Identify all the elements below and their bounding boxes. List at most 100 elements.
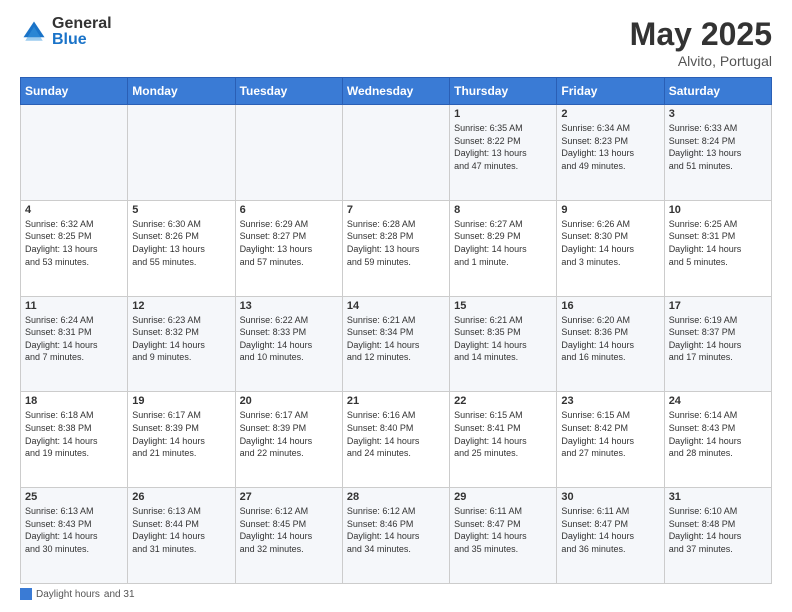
day-number: 24 [669,395,767,407]
day-info: Sunrise: 6:20 AM Sunset: 8:36 PM Dayligh… [561,314,659,364]
day-number: 10 [669,204,767,216]
day-cell [128,105,235,201]
day-number: 8 [454,204,552,216]
day-number: 28 [347,491,445,503]
day-cell: 30 Sunrise: 6:11 AM Sunset: 8:47 PM Dayli… [557,488,664,584]
day-number: 15 [454,300,552,312]
day-cell: 1Sunrise: 6:35 AM Sunset: 8:22 PM Daylig… [450,105,557,201]
day-cell: 28 Sunrise: 6:12 AM Sunset: 8:46 PM Dayli… [342,488,449,584]
day-number: 1 [454,108,552,120]
weekday-header-wednesday: Wednesday [342,78,449,105]
day-info: Sunrise: 6:25 AM Sunset: 8:31 PM Dayligh… [669,218,767,268]
day-info: Sunrise: 6:10 AM Sunset: 8:48 PM Dayligh… [669,505,767,555]
day-cell: 15 Sunrise: 6:21 AM Sunset: 8:35 PM Dayli… [450,296,557,392]
day-cell: 27Sunrise: 6:12 AM Sunset: 8:45 PM Dayli… [235,488,342,584]
day-cell: 7Sunrise: 6:28 AM Sunset: 8:28 PM Daylig… [342,200,449,296]
day-info: Sunrise: 6:33 AM Sunset: 8:24 PM Dayligh… [669,122,767,172]
day-number: 14 [347,300,445,312]
page: General Blue May 2025 Alvito, Portugal S… [0,0,792,612]
day-number: 9 [561,204,659,216]
day-info: Sunrise: 6:11 AM Sunset: 8:47 PM Dayligh… [561,505,659,555]
weekday-header-thursday: Thursday [450,78,557,105]
day-info: Sunrise: 6:16 AM Sunset: 8:40 PM Dayligh… [347,409,445,459]
day-info: Sunrise: 6:13 AM Sunset: 8:44 PM Dayligh… [132,505,230,555]
day-info: Sunrise: 6:13 AM Sunset: 8:43 PM Dayligh… [25,505,123,555]
day-number: 11 [25,300,123,312]
day-cell [21,105,128,201]
day-cell: 3 Sunrise: 6:33 AM Sunset: 8:24 PM Daylig… [664,105,771,201]
day-info: Sunrise: 6:17 AM Sunset: 8:39 PM Dayligh… [240,409,338,459]
day-info: Sunrise: 6:29 AM Sunset: 8:27 PM Dayligh… [240,218,338,268]
week-row-1: 1Sunrise: 6:35 AM Sunset: 8:22 PM Daylig… [21,105,772,201]
calendar-body: 1Sunrise: 6:35 AM Sunset: 8:22 PM Daylig… [21,105,772,584]
day-number: 20 [240,395,338,407]
week-row-4: 18Sunrise: 6:18 AM Sunset: 8:38 PM Dayli… [21,392,772,488]
title-block: May 2025 Alvito, Portugal [630,16,772,69]
logo-general-label: General [52,16,112,32]
weekday-header-tuesday: Tuesday [235,78,342,105]
weekday-header-sunday: Sunday [21,78,128,105]
day-cell: 31 Sunrise: 6:10 AM Sunset: 8:48 PM Dayli… [664,488,771,584]
logo-blue-label: Blue [52,32,112,48]
day-number: 3 [669,108,767,120]
day-cell: 29 Sunrise: 6:11 AM Sunset: 8:47 PM Dayli… [450,488,557,584]
footer-label2: and 31 [104,589,135,600]
footer: Daylight hours and 31 [20,588,772,600]
day-cell: 19 Sunrise: 6:17 AM Sunset: 8:39 PM Dayli… [128,392,235,488]
day-cell: 25Sunrise: 6:13 AM Sunset: 8:43 PM Dayli… [21,488,128,584]
day-cell: 20 Sunrise: 6:17 AM Sunset: 8:39 PM Dayli… [235,392,342,488]
day-number: 30 [561,491,659,503]
day-info: Sunrise: 6:15 AM Sunset: 8:41 PM Dayligh… [454,409,552,459]
day-number: 27 [240,491,338,503]
day-cell: 26 Sunrise: 6:13 AM Sunset: 8:44 PM Dayli… [128,488,235,584]
day-cell [235,105,342,201]
day-cell: 10 Sunrise: 6:25 AM Sunset: 8:31 PM Dayli… [664,200,771,296]
day-info: Sunrise: 6:15 AM Sunset: 8:42 PM Dayligh… [561,409,659,459]
week-row-5: 25Sunrise: 6:13 AM Sunset: 8:43 PM Dayli… [21,488,772,584]
weekday-row: SundayMondayTuesdayWednesdayThursdayFrid… [21,78,772,105]
day-number: 29 [454,491,552,503]
day-info: Sunrise: 6:30 AM Sunset: 8:26 PM Dayligh… [132,218,230,268]
day-number: 26 [132,491,230,503]
day-cell: 14 Sunrise: 6:21 AM Sunset: 8:34 PM Dayli… [342,296,449,392]
day-cell: 23Sunrise: 6:15 AM Sunset: 8:42 PM Dayli… [557,392,664,488]
day-info: Sunrise: 6:27 AM Sunset: 8:29 PM Dayligh… [454,218,552,268]
day-cell: 4Sunrise: 6:32 AM Sunset: 8:25 PM Daylig… [21,200,128,296]
day-number: 19 [132,395,230,407]
logo-icon [20,18,48,46]
logo-text: General Blue [52,16,112,48]
day-cell: 22 Sunrise: 6:15 AM Sunset: 8:41 PM Dayli… [450,392,557,488]
day-number: 7 [347,204,445,216]
day-info: Sunrise: 6:24 AM Sunset: 8:31 PM Dayligh… [25,314,123,364]
header: General Blue May 2025 Alvito, Portugal [20,16,772,69]
day-info: Sunrise: 6:34 AM Sunset: 8:23 PM Dayligh… [561,122,659,172]
day-number: 13 [240,300,338,312]
day-cell: 9 Sunrise: 6:26 AM Sunset: 8:30 PM Daylig… [557,200,664,296]
day-number: 6 [240,204,338,216]
day-cell: 17Sunrise: 6:19 AM Sunset: 8:37 PM Dayli… [664,296,771,392]
day-number: 12 [132,300,230,312]
day-cell: 21 Sunrise: 6:16 AM Sunset: 8:40 PM Dayli… [342,392,449,488]
day-info: Sunrise: 6:23 AM Sunset: 8:32 PM Dayligh… [132,314,230,364]
day-info: Sunrise: 6:12 AM Sunset: 8:46 PM Dayligh… [347,505,445,555]
day-cell: 12 Sunrise: 6:23 AM Sunset: 8:32 PM Dayli… [128,296,235,392]
footer-label1: Daylight hours [36,589,100,600]
day-info: Sunrise: 6:17 AM Sunset: 8:39 PM Dayligh… [132,409,230,459]
day-number: 31 [669,491,767,503]
day-info: Sunrise: 6:22 AM Sunset: 8:33 PM Dayligh… [240,314,338,364]
day-number: 22 [454,395,552,407]
day-cell: 16Sunrise: 6:20 AM Sunset: 8:36 PM Dayli… [557,296,664,392]
week-row-2: 4Sunrise: 6:32 AM Sunset: 8:25 PM Daylig… [21,200,772,296]
day-cell: 13 Sunrise: 6:22 AM Sunset: 8:33 PM Dayli… [235,296,342,392]
day-info: Sunrise: 6:32 AM Sunset: 8:25 PM Dayligh… [25,218,123,268]
logo: General Blue [20,16,112,48]
day-info: Sunrise: 6:19 AM Sunset: 8:37 PM Dayligh… [669,314,767,364]
weekday-header-saturday: Saturday [664,78,771,105]
day-info: Sunrise: 6:11 AM Sunset: 8:47 PM Dayligh… [454,505,552,555]
day-cell: 11 Sunrise: 6:24 AM Sunset: 8:31 PM Dayli… [21,296,128,392]
day-info: Sunrise: 6:21 AM Sunset: 8:34 PM Dayligh… [347,314,445,364]
day-number: 21 [347,395,445,407]
day-info: Sunrise: 6:26 AM Sunset: 8:30 PM Dayligh… [561,218,659,268]
weekday-header-monday: Monday [128,78,235,105]
day-info: Sunrise: 6:21 AM Sunset: 8:35 PM Dayligh… [454,314,552,364]
